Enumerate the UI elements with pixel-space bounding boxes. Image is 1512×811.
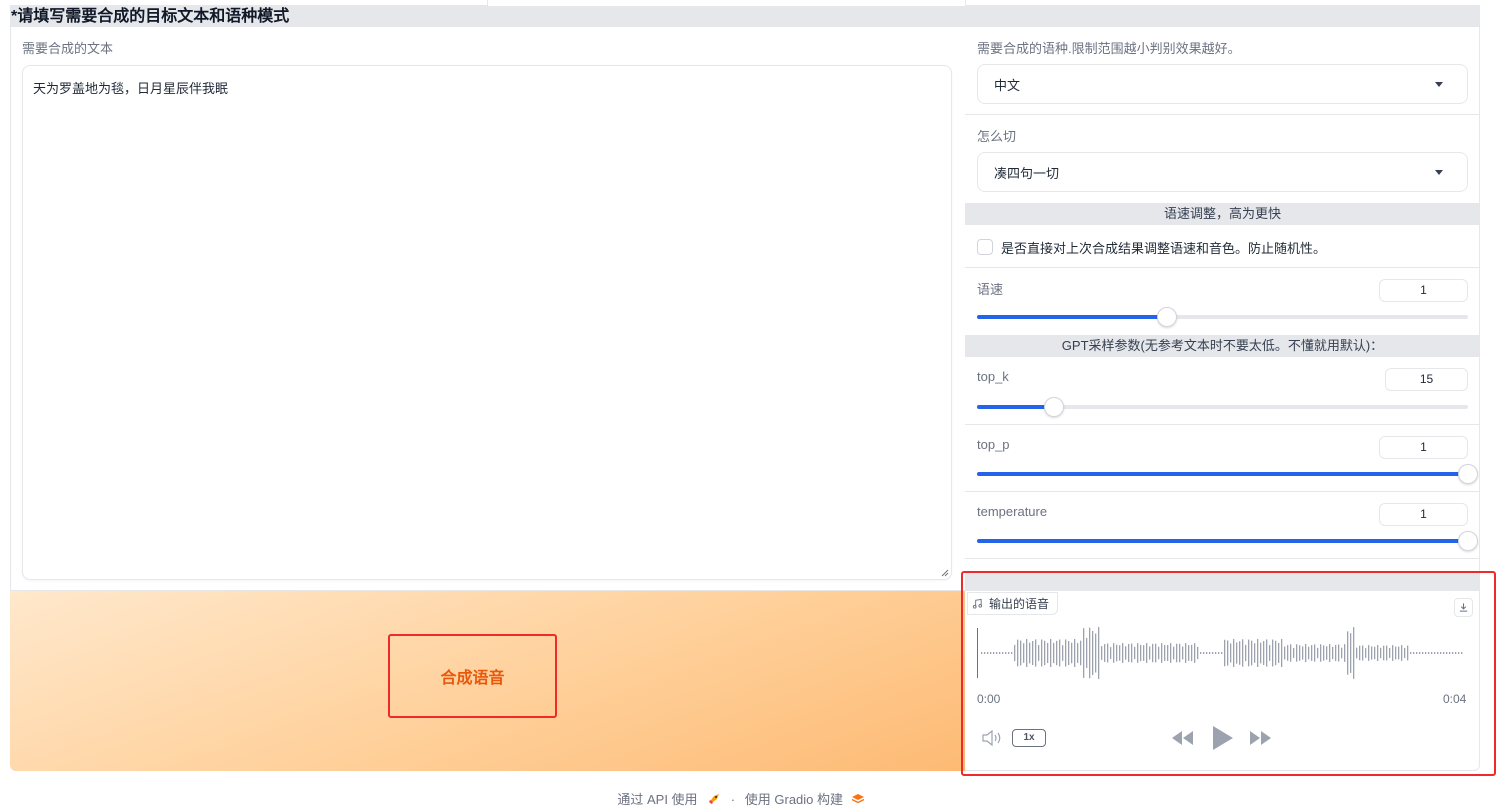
divider <box>965 114 1480 115</box>
cut-selected: 凑四句一切 <box>994 165 1060 181</box>
adjust-last-checkbox[interactable] <box>977 239 993 255</box>
speed-section-header: 语速调整，高为更快 <box>965 203 1480 225</box>
chevron-down-icon <box>1435 82 1443 87</box>
top-k-number-input[interactable]: 15 <box>1385 368 1468 391</box>
temperature-number-input[interactable]: 1 <box>1379 503 1468 526</box>
footer-separator: · <box>730 792 736 807</box>
top-k-slider-fill <box>977 405 1054 409</box>
speed-number-input[interactable]: 1 <box>1379 279 1468 302</box>
speed-slider[interactable] <box>977 307 1468 327</box>
footer: 通过 API 使用 · 使用 Gradio 构建 <box>0 789 1482 808</box>
divider <box>965 491 1480 492</box>
cut-dropdown[interactable]: 凑四句一切 <box>977 152 1468 192</box>
divider <box>965 558 1480 559</box>
gpt-section-header: GPT采样参数(无参考文本时不要太低。不懂就用默认)： <box>965 335 1480 357</box>
text-input[interactable]: 天为罗盖地为毯，日月星辰伴我眠 <box>22 65 952 580</box>
divider <box>965 424 1480 425</box>
audio-highlight-box <box>961 571 1496 776</box>
top-p-slider-thumb[interactable] <box>1458 464 1478 484</box>
cut-label: 怎么切 <box>977 129 1017 144</box>
top-p-label: top_p <box>977 437 1010 452</box>
text-input-value: 天为罗盖地为毯，日月星辰伴我眠 <box>33 81 229 96</box>
footer-api-link[interactable]: 通过 API 使用 <box>617 792 697 807</box>
footer-gradio-link[interactable]: 使用 Gradio 构建 <box>745 792 843 807</box>
top-p-number-input[interactable]: 1 <box>1379 436 1468 459</box>
temperature-label: temperature <box>977 504 1048 519</box>
chevron-down-icon <box>1435 170 1443 175</box>
language-label: 需要合成的语种.限制范围越小判别效果越好。 <box>977 41 1241 56</box>
language-selected: 中文 <box>994 77 1021 93</box>
divider <box>965 267 1480 268</box>
synthesize-button[interactable]: 合成语音 <box>388 634 557 718</box>
page-title: *请填写需要合成的目标文本和语种模式 <box>11 8 290 25</box>
adjust-last-label: 是否直接对上次合成结果调整语速和音色。防止随机性。 <box>1001 241 1327 256</box>
top-k-slider[interactable] <box>977 397 1468 417</box>
text-input-label: 需要合成的文本 <box>22 41 114 56</box>
temperature-slider-thumb[interactable] <box>1458 531 1478 551</box>
gradio-logo-icon <box>851 794 864 804</box>
top-p-slider-fill <box>977 472 1468 476</box>
speed-slider-thumb[interactable] <box>1156 307 1177 327</box>
top-k-label: top_k <box>977 369 1009 384</box>
section-header: *请填写需要合成的目标文本和语种模式 <box>10 6 1480 27</box>
temperature-slider[interactable] <box>977 531 1478 551</box>
rocket-icon <box>709 794 720 804</box>
speed-slider-fill <box>977 315 1167 319</box>
language-dropdown[interactable]: 中文 <box>977 64 1468 104</box>
top-k-slider-thumb[interactable] <box>1043 397 1064 417</box>
speed-label: 语速 <box>977 282 1004 297</box>
temperature-slider-fill <box>977 539 1468 543</box>
resize-handle-icon[interactable] <box>941 569 949 577</box>
top-p-slider[interactable] <box>977 464 1478 484</box>
